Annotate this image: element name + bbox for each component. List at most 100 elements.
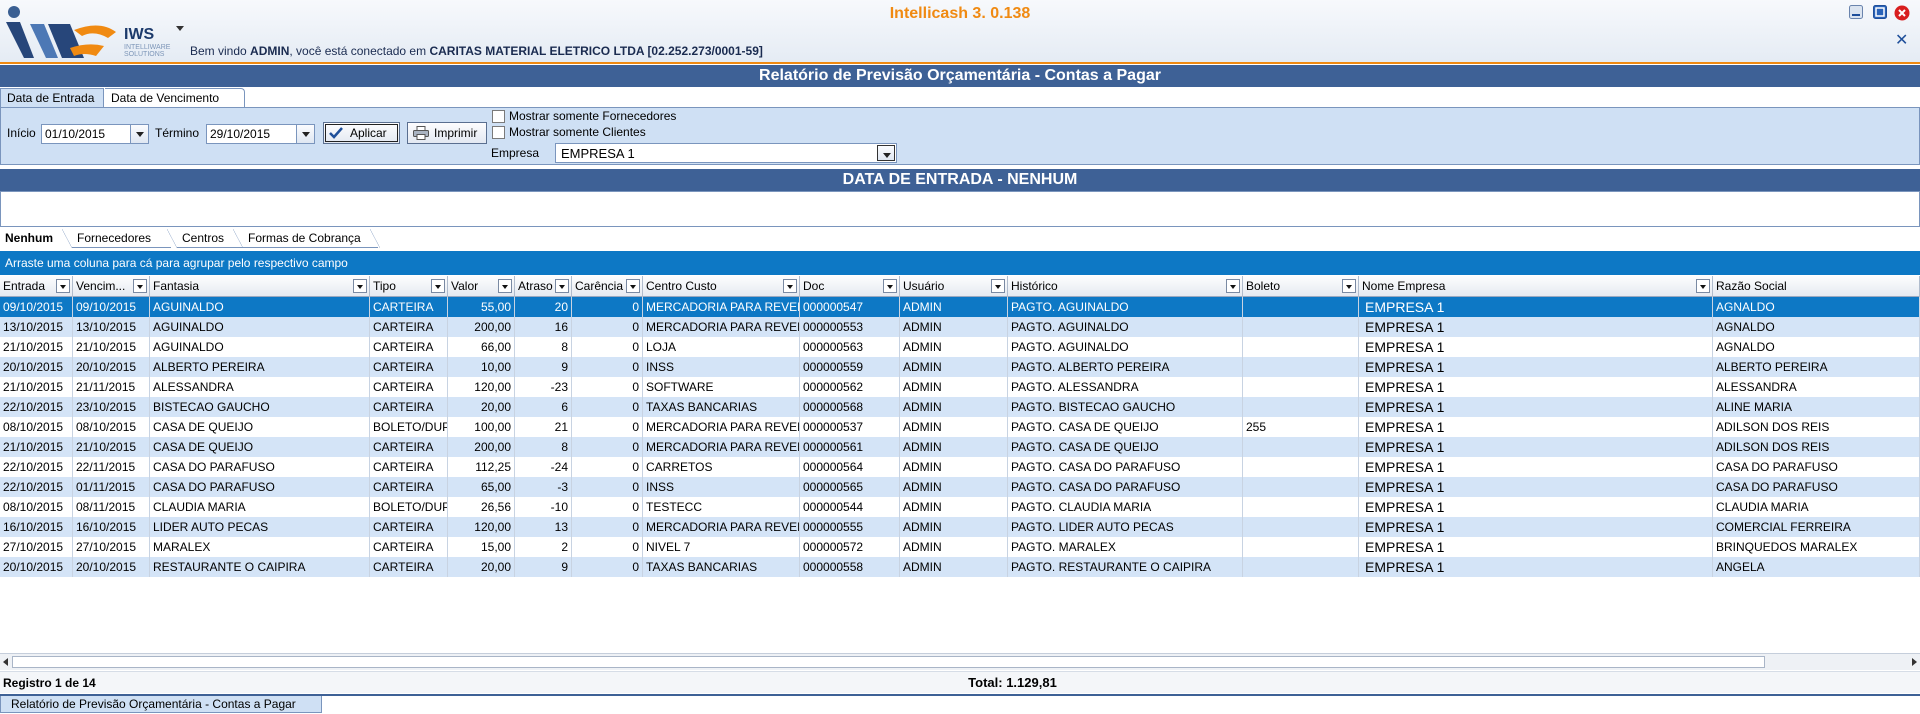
cell-razao-social[interactable]: ALESSANDRA [1713,377,1920,397]
cell-entrada[interactable]: 16/10/2015 [0,517,73,537]
group-by-bar[interactable]: Arraste uma coluna para cá para agrupar … [0,251,1920,275]
cell-nome-empresa[interactable]: EMPRESA 1 [1359,397,1713,417]
cell-tipo[interactable]: CARTEIRA [370,397,448,417]
cell-entrada[interactable]: 13/10/2015 [0,317,73,337]
cell-carencia[interactable]: 0 [572,537,643,557]
table-row[interactable]: 22/10/2015 01/11/2015 CASA DO PARAFUSO CART… [0,477,1920,497]
cell-nome-empresa[interactable]: EMPRESA 1 [1359,337,1713,357]
cell-razao-social[interactable]: ALINE MARIA [1713,397,1920,417]
column-header-nome-empresa[interactable]: Nome Empresa [1359,276,1713,297]
cell-razao-social[interactable]: ADILSON DOS REIS [1713,417,1920,437]
table-row[interactable]: 22/10/2015 23/10/2015 BISTECAO GAUCHO CARTE… [0,397,1920,417]
cell-doc[interactable]: 000000572 [800,537,900,557]
cell-historico[interactable]: PAGTO. ALESSANDRA [1008,377,1243,397]
cell-razao-social[interactable]: CLAUDIA MARIA [1713,497,1920,517]
scroll-right-icon[interactable] [1912,658,1917,666]
column-filter-icon[interactable] [555,279,569,293]
cell-usuario[interactable]: ADMIN [900,557,1008,577]
cell-vencimento[interactable]: 21/10/2015 [73,437,150,457]
fornecedores-checkbox[interactable] [492,110,505,123]
cell-valor[interactable]: 55,00 [448,297,515,317]
cell-doc[interactable]: 000000563 [800,337,900,357]
cell-fantasia[interactable]: AGUINALDO [150,337,370,357]
cell-vencimento[interactable]: 21/11/2015 [73,377,150,397]
cell-boleto[interactable] [1243,297,1359,317]
cell-carencia[interactable]: 0 [572,457,643,477]
tab-nenhum[interactable]: Nenhum [0,229,62,248]
cell-entrada[interactable]: 22/10/2015 [0,457,73,477]
cell-nome-empresa[interactable]: EMPRESA 1 [1359,477,1713,497]
cell-doc[interactable]: 000000561 [800,437,900,457]
cell-usuario[interactable]: ADMIN [900,357,1008,377]
cell-usuario[interactable]: ADMIN [900,517,1008,537]
cell-fantasia[interactable]: BISTECAO GAUCHO [150,397,370,417]
cell-fantasia[interactable]: CASA DE QUEIJO [150,437,370,457]
cell-entrada[interactable]: 22/10/2015 [0,397,73,417]
termino-dropdown-icon[interactable] [296,125,314,143]
table-row[interactable]: 08/10/2015 08/11/2015 CLAUDIA MARIA BOLETO/… [0,497,1920,517]
cell-razao-social[interactable]: CASA DO PARAFUSO [1713,457,1920,477]
cell-boleto[interactable] [1243,337,1359,357]
cell-doc[interactable]: 000000564 [800,457,900,477]
cell-atraso[interactable]: 9 [515,557,572,577]
cell-tipo[interactable]: CARTEIRA [370,297,448,317]
column-filter-icon[interactable] [883,279,897,293]
cell-usuario[interactable]: ADMIN [900,537,1008,557]
column-filter-icon[interactable] [431,279,445,293]
cell-fantasia[interactable]: CASA DO PARAFUSO [150,477,370,497]
cell-vencimento[interactable]: 13/10/2015 [73,317,150,337]
cell-carencia[interactable]: 0 [572,517,643,537]
cell-boleto[interactable] [1243,557,1359,577]
minimize-icon[interactable] [1849,5,1863,19]
cell-carencia[interactable]: 0 [572,297,643,317]
cell-nome-empresa[interactable]: EMPRESA 1 [1359,417,1713,437]
cell-doc[interactable]: 000000558 [800,557,900,577]
cell-valor[interactable]: 10,00 [448,357,515,377]
tab-data-vencimento[interactable]: Data de Vencimento [105,88,245,108]
horizontal-scrollbar[interactable] [0,653,1920,670]
cell-nome-empresa[interactable]: EMPRESA 1 [1359,537,1713,557]
cell-tipo[interactable]: CARTEIRA [370,317,448,337]
cell-historico[interactable]: PAGTO. AGUINALDO [1008,317,1243,337]
table-row[interactable]: 22/10/2015 22/11/2015 CASA DO PARAFUSO CART… [0,457,1920,477]
cell-razao-social[interactable]: CASA DO PARAFUSO [1713,477,1920,497]
cell-carencia[interactable]: 0 [572,417,643,437]
cell-doc[interactable]: 000000547 [800,297,900,317]
cell-historico[interactable]: PAGTO. CASA DE QUEIJO [1008,417,1243,437]
cell-entrada[interactable]: 20/10/2015 [0,557,73,577]
cell-valor[interactable]: 65,00 [448,477,515,497]
column-filter-icon[interactable] [56,279,70,293]
cell-historico[interactable]: PAGTO. RESTAURANTE O CAIPIRA [1008,557,1243,577]
cell-doc[interactable]: 000000555 [800,517,900,537]
table-row[interactable]: 20/10/2015 20/10/2015 RESTAURANTE O CAIPIR… [0,557,1920,577]
cell-boleto[interactable] [1243,357,1359,377]
tab-data-entrada[interactable]: Data de Entrada [0,88,104,109]
cell-vencimento[interactable]: 27/10/2015 [73,537,150,557]
cell-entrada[interactable]: 21/10/2015 [0,437,73,457]
table-row[interactable]: 09/10/2015 09/10/2015 AGUINALDO CARTEIRA 55,… [0,297,1920,317]
cell-tipo[interactable]: CARTEIRA [370,517,448,537]
close-tab-icon[interactable]: ✕ [1895,30,1908,49]
cell-entrada[interactable]: 21/10/2015 [0,377,73,397]
cell-razao-social[interactable]: COMERCIAL FERREIRA [1713,517,1920,537]
cell-usuario[interactable]: ADMIN [900,377,1008,397]
column-header-razao-social[interactable]: Razão Social [1713,276,1920,297]
column-header-boleto[interactable]: Boleto [1243,276,1359,297]
column-header-entrada[interactable]: Entrada [0,276,73,297]
cell-vencimento[interactable]: 08/10/2015 [73,417,150,437]
cell-tipo[interactable]: CARTEIRA [370,557,448,577]
cell-carencia[interactable]: 0 [572,557,643,577]
table-row[interactable]: 16/10/2015 16/10/2015 LIDER AUTO PECAS CART… [0,517,1920,537]
column-header-atraso[interactable]: Atraso [515,276,572,297]
cell-atraso[interactable]: 21 [515,417,572,437]
cell-atraso[interactable]: 2 [515,537,572,557]
table-row[interactable]: 08/10/2015 08/10/2015 CASA DE QUEIJO BOLETO… [0,417,1920,437]
cell-carencia[interactable]: 0 [572,437,643,457]
column-filter-icon[interactable] [1696,279,1710,293]
column-filter-icon[interactable] [1226,279,1240,293]
cell-entrada[interactable]: 08/10/2015 [0,417,73,437]
column-header-fantasia[interactable]: Fantasia [150,276,370,297]
table-row[interactable]: 27/10/2015 27/10/2015 MARALEX CARTEIRA 15,00… [0,537,1920,557]
cell-atraso[interactable]: 6 [515,397,572,417]
cell-tipo[interactable]: CARTEIRA [370,337,448,357]
